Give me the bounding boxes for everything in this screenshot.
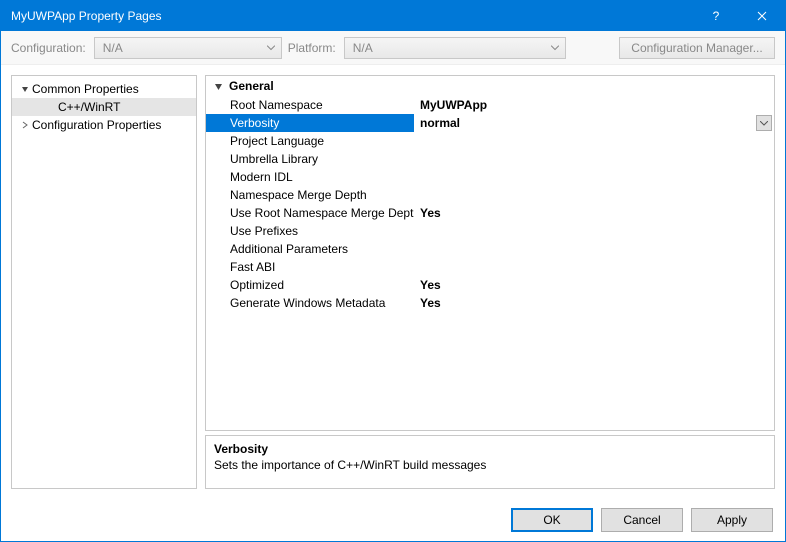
property-row-namespace-merge-depth[interactable]: Namespace Merge Depth [206, 186, 774, 204]
property-row-additional-parameters[interactable]: Additional Parameters [206, 240, 774, 258]
dialog-footer: OK Cancel Apply [1, 499, 785, 541]
property-value[interactable] [414, 168, 774, 186]
category-tree[interactable]: Common Properties C++/WinRT Configuratio… [11, 75, 197, 489]
property-row-root-namespace[interactable]: Root Namespace MyUWPApp [206, 96, 774, 114]
title-bar: MyUWPApp Property Pages ? [1, 1, 785, 31]
configuration-value: N/A [103, 41, 123, 55]
property-row-modern-idl[interactable]: Modern IDL [206, 168, 774, 186]
property-name: Project Language [206, 132, 414, 150]
ok-label: OK [543, 513, 560, 527]
platform-label: Platform: [288, 41, 336, 55]
property-value[interactable] [414, 186, 774, 204]
chevron-down-icon [267, 45, 275, 50]
configuration-manager-label: Configuration Manager... [631, 41, 762, 55]
platform-combo[interactable]: N/A [344, 37, 566, 59]
property-value[interactable] [414, 222, 774, 240]
property-row-use-prefixes[interactable]: Use Prefixes [206, 222, 774, 240]
window-title: MyUWPApp Property Pages [11, 9, 693, 23]
property-name: Use Root Namespace Merge Dept [206, 204, 414, 222]
tree-item-label: Configuration Properties [32, 118, 161, 132]
property-value[interactable] [414, 150, 774, 168]
property-value[interactable] [414, 132, 774, 150]
chevron-right-icon [20, 121, 30, 129]
property-row-umbrella-library[interactable]: Umbrella Library [206, 150, 774, 168]
property-name: Fast ABI [206, 258, 414, 276]
property-value[interactable] [414, 240, 774, 258]
configuration-label: Configuration: [11, 41, 86, 55]
property-name: Root Namespace [206, 96, 414, 114]
apply-label: Apply [717, 513, 747, 527]
chevron-down-icon [551, 45, 559, 50]
help-button[interactable]: ? [693, 1, 739, 31]
property-name: Modern IDL [206, 168, 414, 186]
property-name: Use Prefixes [206, 222, 414, 240]
property-row-optimized[interactable]: Optimized Yes [206, 276, 774, 294]
property-value[interactable]: MyUWPApp [414, 96, 774, 114]
config-toolbar: Configuration: N/A Platform: N/A Configu… [1, 31, 785, 65]
apply-button[interactable]: Apply [691, 508, 773, 532]
property-value[interactable]: Yes [414, 204, 774, 222]
property-value[interactable]: Yes [414, 276, 774, 294]
property-name: Namespace Merge Depth [206, 186, 414, 204]
property-value[interactable]: Yes [414, 294, 774, 312]
property-row-fast-abi[interactable]: Fast ABI [206, 258, 774, 276]
chevron-down-icon [214, 82, 223, 91]
property-category[interactable]: General [206, 76, 774, 96]
property-grid[interactable]: General Root Namespace MyUWPApp Verbosit… [205, 75, 775, 431]
description-pane: Verbosity Sets the importance of C++/Win… [205, 435, 775, 489]
configuration-combo[interactable]: N/A [94, 37, 282, 59]
main-pane: General Root Namespace MyUWPApp Verbosit… [205, 75, 775, 489]
description-title: Verbosity [214, 442, 766, 456]
property-value[interactable]: normal [414, 114, 774, 132]
chevron-down-icon [20, 85, 30, 93]
dialog-window: MyUWPApp Property Pages ? Configuration:… [0, 0, 786, 542]
cancel-label: Cancel [623, 513, 660, 527]
property-name: Optimized [206, 276, 414, 294]
close-button[interactable] [739, 1, 785, 31]
tree-item-configuration-properties[interactable]: Configuration Properties [12, 116, 196, 134]
property-name: Umbrella Library [206, 150, 414, 168]
property-value-text: normal [420, 116, 460, 130]
property-name: Generate Windows Metadata [206, 294, 414, 312]
dropdown-button[interactable] [756, 115, 772, 131]
property-name: Additional Parameters [206, 240, 414, 258]
tree-item-label: C++/WinRT [58, 100, 120, 114]
close-icon [757, 11, 767, 21]
tree-item-cpp-winrt[interactable]: C++/WinRT [12, 98, 196, 116]
cancel-button[interactable]: Cancel [601, 508, 683, 532]
configuration-manager-button[interactable]: Configuration Manager... [619, 37, 775, 59]
chevron-down-icon [760, 121, 768, 126]
dialog-body: Common Properties C++/WinRT Configuratio… [1, 65, 785, 499]
category-label: General [229, 79, 274, 93]
property-row-project-language[interactable]: Project Language [206, 132, 774, 150]
ok-button[interactable]: OK [511, 508, 593, 532]
property-row-verbosity[interactable]: Verbosity normal [206, 114, 774, 132]
property-row-generate-windows-metadata[interactable]: Generate Windows Metadata Yes [206, 294, 774, 312]
property-name: Verbosity [206, 114, 414, 132]
tree-item-common-properties[interactable]: Common Properties [12, 80, 196, 98]
property-value[interactable] [414, 258, 774, 276]
tree-item-label: Common Properties [32, 82, 139, 96]
description-text: Sets the importance of C++/WinRT build m… [214, 458, 766, 472]
platform-value: N/A [353, 41, 373, 55]
help-icon: ? [713, 9, 720, 23]
property-row-use-root-namespace-merge-depth[interactable]: Use Root Namespace Merge Dept Yes [206, 204, 774, 222]
